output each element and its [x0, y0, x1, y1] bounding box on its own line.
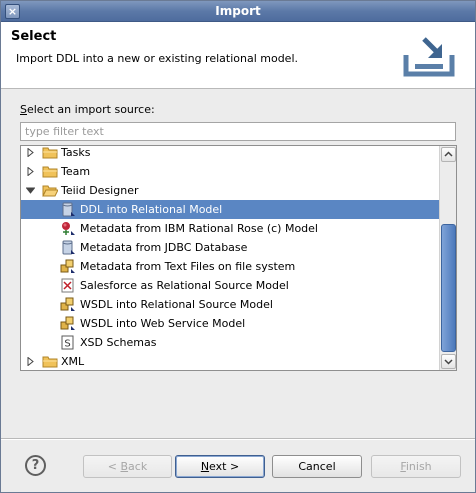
expand-arrow-icon[interactable]: [26, 148, 35, 157]
button-bar-separator: [1, 438, 475, 440]
scroll-thumb[interactable]: [441, 224, 456, 352]
tree-item-metadata-from-jdbc-database[interactable]: Metadata from JDBC Database: [21, 238, 440, 257]
database-icon: [62, 202, 75, 217]
tree-item-label: Tasks: [61, 146, 91, 159]
salesforce-icon: [61, 278, 74, 293]
tree-item-label: Metadata from Text Files on file system: [80, 260, 296, 273]
tree-item-label: Metadata from JDBC Database: [80, 241, 248, 254]
tree-item-label: Metadata from IBM Rational Rose (c) Mode…: [80, 222, 318, 235]
tree-item-label: XSD Schemas: [80, 336, 157, 349]
expand-arrow-icon[interactable]: [26, 167, 35, 176]
package-icon: [60, 297, 75, 311]
tree-item-label: XML: [61, 355, 85, 368]
tree-item-teiid-designer[interactable]: Teiid Designer: [21, 181, 440, 200]
xsd-icon: S: [61, 335, 74, 350]
tree-item-label: DDL into Relational Model: [80, 203, 223, 216]
tree-item-label: WSDL into Relational Source Model: [80, 298, 273, 311]
tree-item-metadata-from-text-files[interactable]: Metadata from Text Files on file system: [21, 257, 440, 276]
package-icon: [60, 316, 75, 330]
tree-item-tasks[interactable]: Tasks: [21, 146, 440, 162]
chevron-up-icon: [444, 151, 453, 157]
expand-arrow-icon[interactable]: [26, 357, 35, 366]
folder-icon: [42, 166, 58, 178]
page-title: Select: [11, 29, 57, 44]
import-source-label: Select an import source:: [20, 103, 155, 116]
help-icon[interactable]: ?: [25, 455, 46, 476]
tree-item-label: Salesforce as Relational Source Model: [80, 279, 289, 292]
window-title: Import: [215, 4, 261, 18]
svg-text:S: S: [64, 339, 70, 350]
tree-item-wsdl-into-web-service-model[interactable]: WSDL into Web Service Model: [21, 314, 440, 333]
page-description: Import DDL into a new or existing relati…: [16, 52, 299, 65]
filter-input[interactable]: [20, 122, 456, 141]
tree-item-team[interactable]: Team: [21, 162, 440, 181]
tree-item-wsdl-into-relational-source-model[interactable]: WSDL into Relational Source Model: [21, 295, 440, 314]
tree-item-label: WSDL into Web Service Model: [80, 317, 246, 330]
wizard-banner: Select Import DDL into a new or existing…: [1, 22, 475, 89]
import-wizard-icon: [403, 37, 455, 77]
tree-item-xsd-schemas[interactable]: S XSD Schemas: [21, 333, 440, 352]
folder-open-icon: [42, 185, 58, 197]
scroll-up-button[interactable]: [441, 147, 456, 162]
tree-item-metadata-from-ibm-rational-rose[interactable]: Metadata from IBM Rational Rose (c) Mode…: [21, 219, 440, 238]
title-bar[interactable]: × Import: [1, 1, 475, 22]
next-button[interactable]: Next >: [175, 455, 265, 478]
chevron-down-icon: [444, 359, 453, 365]
package-icon: [60, 259, 75, 273]
collapse-arrow-icon[interactable]: [26, 186, 35, 195]
back-button[interactable]: < Back: [83, 455, 172, 478]
database-icon: [62, 240, 75, 255]
tree-item-ddl-into-relational-model[interactable]: DDL into Relational Model: [21, 200, 440, 219]
folder-icon: [42, 147, 58, 159]
folder-icon: [42, 356, 58, 368]
tree-scrollbar[interactable]: [439, 146, 456, 370]
import-dialog: × Import Select Import DDL into a new or…: [0, 0, 476, 493]
tree-item-salesforce-as-relational-source-model[interactable]: Salesforce as Relational Source Model: [21, 276, 440, 295]
tree-item-xml[interactable]: XML: [21, 352, 440, 370]
finish-button[interactable]: Finish: [371, 455, 461, 478]
import-source-tree[interactable]: Tasks Team Teiid Designer DDL into Relat…: [20, 145, 457, 371]
scroll-down-button[interactable]: [441, 354, 456, 369]
cancel-button[interactable]: Cancel: [272, 455, 362, 478]
rose-icon: [62, 222, 75, 235]
tree-item-label: Teiid Designer: [61, 184, 139, 197]
tree-item-label: Team: [61, 165, 91, 178]
